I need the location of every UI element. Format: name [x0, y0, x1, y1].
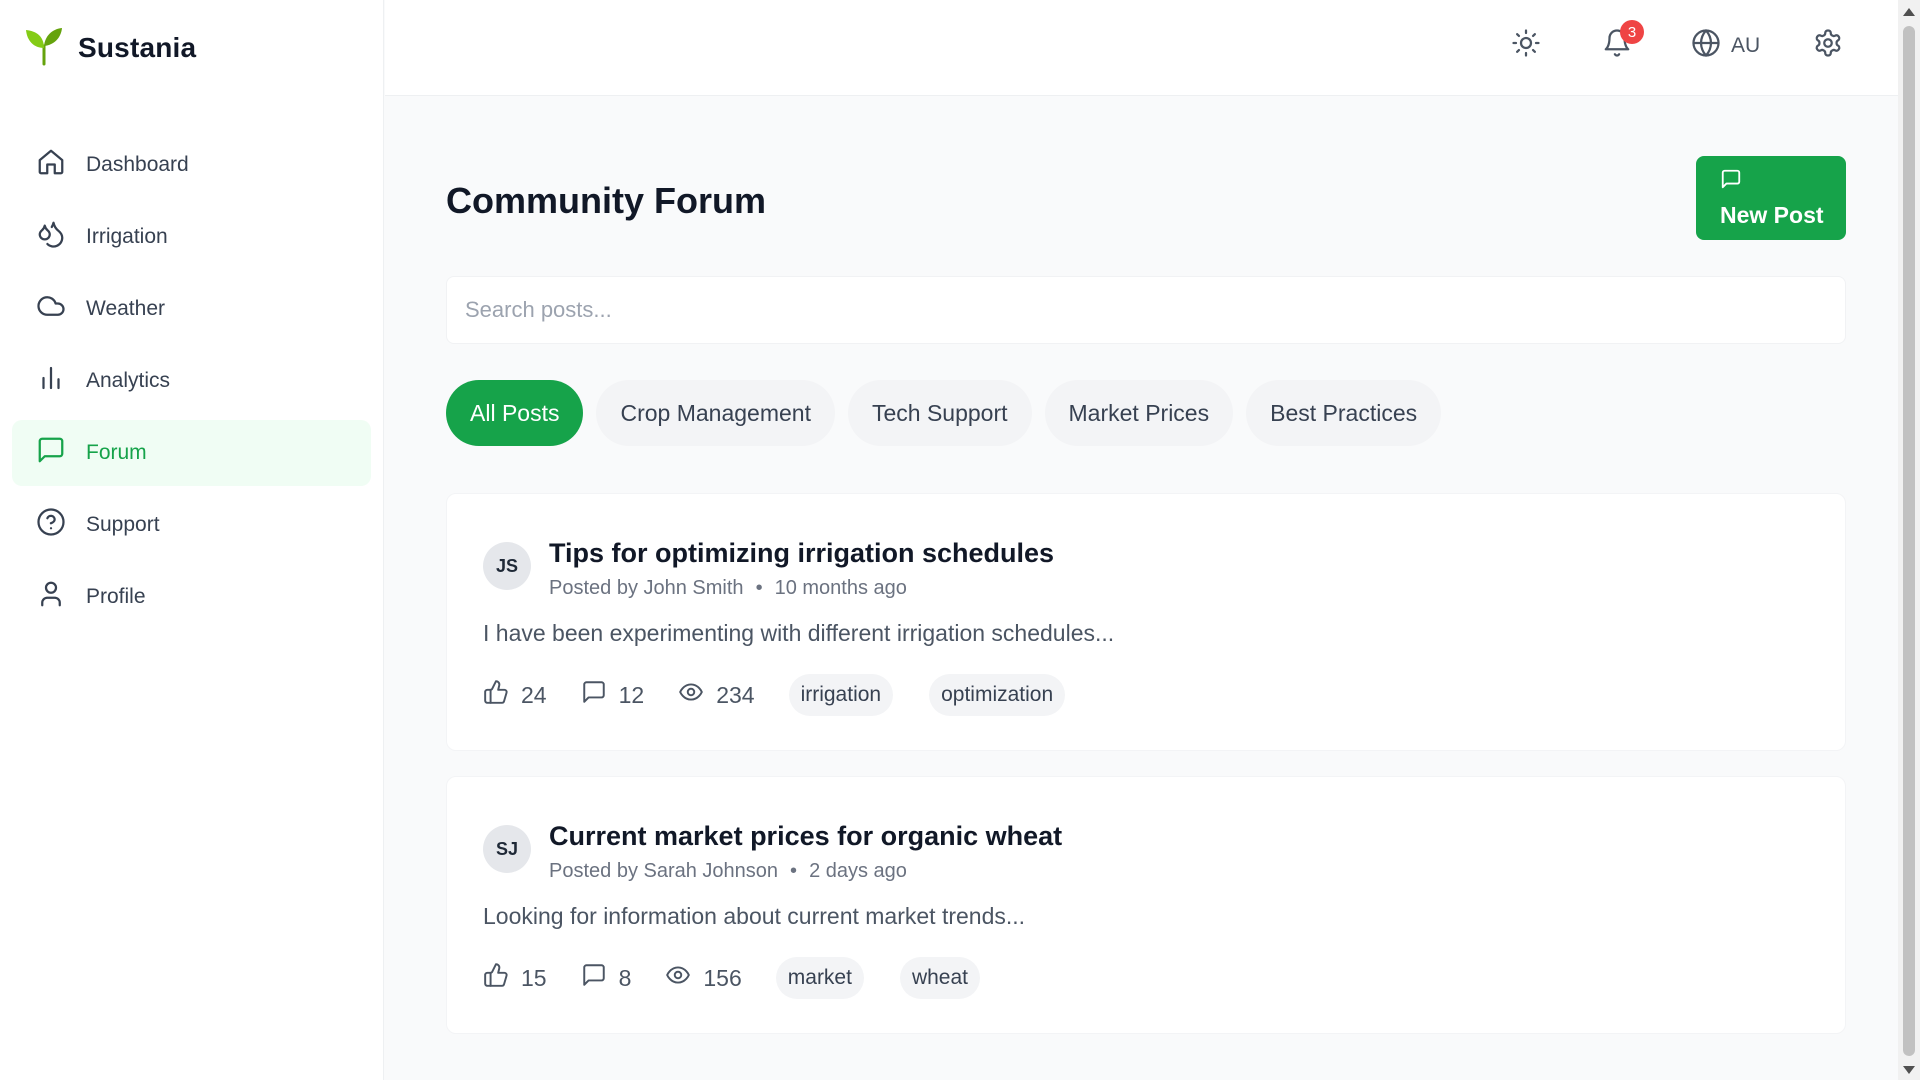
sidebar-item-label: Irrigation: [86, 225, 168, 248]
comments-button[interactable]: 12: [581, 679, 645, 711]
sidebar-item-label: Weather: [86, 297, 165, 320]
post-time: 2 days ago: [809, 860, 907, 882]
views-stat: 234: [678, 679, 755, 711]
comment-icon: [581, 679, 607, 711]
bar-chart-icon: [36, 363, 66, 399]
droplets-icon: [36, 219, 66, 255]
sidebar-item-profile[interactable]: Profile: [12, 564, 371, 630]
sidebar-item-label: Forum: [86, 441, 147, 464]
scroll-down-arrow[interactable]: [1903, 1066, 1915, 1074]
post-author: Posted by Sarah Johnson: [549, 860, 779, 882]
cloud-icon: [36, 291, 66, 327]
meta-separator: •: [755, 577, 763, 599]
top-header: 3 AU: [385, 0, 1898, 96]
notifications-button[interactable]: 3: [1602, 20, 1644, 64]
post-stats: 15 8 156 market wheat: [483, 957, 1016, 999]
post-tag[interactable]: wheat: [899, 957, 980, 999]
post-title[interactable]: Current market prices for organic wheat: [549, 821, 1062, 852]
thumbs-up-icon: [483, 962, 509, 994]
post-time: 10 months ago: [774, 577, 907, 599]
sidebar-item-label: Support: [86, 513, 160, 536]
comments-button[interactable]: 8: [581, 962, 632, 994]
sidebar-nav: Dashboard Irrigation Weather Analytics F…: [0, 132, 383, 630]
language-selector[interactable]: AU: [1691, 28, 1760, 64]
post-heading: Tips for optimizing irrigation schedules…: [549, 538, 1054, 600]
comment-count: 12: [618, 681, 645, 708]
post-card[interactable]: SJ Current market prices for organic whe…: [446, 776, 1846, 1034]
gear-icon: [1813, 28, 1843, 64]
eye-icon: [678, 679, 704, 711]
message-square-icon: [36, 435, 66, 471]
new-post-label: New Post: [1720, 201, 1824, 228]
brand[interactable]: Sustania: [0, 0, 383, 96]
category-filters: All Posts Crop Management Tech Support M…: [446, 380, 1442, 446]
filter-market-prices[interactable]: Market Prices: [1044, 380, 1234, 446]
user-icon: [36, 579, 66, 615]
filter-all-posts[interactable]: All Posts: [446, 380, 584, 446]
view-count: 234: [716, 681, 755, 708]
post-header: JS Tips for optimizing irrigation schedu…: [483, 538, 1054, 600]
message-square-icon: [1720, 168, 1742, 196]
like-button[interactable]: 24: [483, 679, 547, 711]
sidebar-item-forum[interactable]: Forum: [12, 420, 371, 486]
post-meta: Posted by John Smith • 10 months ago: [549, 577, 1054, 600]
filter-tech-support[interactable]: Tech Support: [847, 380, 1032, 446]
search-input[interactable]: [446, 276, 1846, 344]
brand-name: Sustania: [78, 32, 197, 63]
sidebar-item-irrigation[interactable]: Irrigation: [12, 204, 371, 270]
sidebar-item-support[interactable]: Support: [12, 492, 371, 558]
language-code: AU: [1731, 34, 1761, 57]
meta-separator: •: [790, 860, 798, 882]
post-tag[interactable]: irrigation: [788, 674, 894, 716]
sidebar-item-weather[interactable]: Weather: [12, 276, 371, 342]
views-stat: 156: [665, 962, 742, 994]
globe-icon: [1691, 28, 1721, 64]
like-button[interactable]: 15: [483, 962, 547, 994]
post-tag[interactable]: market: [775, 957, 864, 999]
post-excerpt: Looking for information about current ma…: [483, 903, 1026, 929]
post-heading: Current market prices for organic wheat …: [549, 821, 1062, 883]
new-post-button[interactable]: New Post: [1696, 156, 1846, 240]
settings-button[interactable]: [1813, 28, 1843, 64]
help-circle-icon: [36, 507, 66, 543]
post-header: SJ Current market prices for organic whe…: [483, 821, 1062, 883]
post-excerpt: I have been experimenting with different…: [483, 620, 1115, 646]
scroll-up-arrow[interactable]: [1903, 8, 1915, 16]
comment-count: 8: [618, 964, 632, 991]
eye-icon: [665, 962, 691, 994]
like-count: 24: [521, 681, 547, 708]
comment-icon: [581, 962, 607, 994]
thumbs-up-icon: [483, 679, 509, 711]
sun-icon: [1511, 28, 1541, 64]
vertical-scrollbar[interactable]: [1898, 0, 1920, 1080]
post-title[interactable]: Tips for optimizing irrigation schedules: [549, 538, 1054, 569]
like-count: 15: [521, 964, 547, 991]
post-tag[interactable]: optimization: [929, 674, 1066, 716]
sidebar: Sustania Dashboard Irrigation Weather An…: [0, 0, 384, 1080]
sprout-icon: [24, 26, 64, 71]
filter-crop-management[interactable]: Crop Management: [596, 380, 835, 446]
post-stats: 24 12 234 irrigation optimization: [483, 674, 1101, 716]
post-card[interactable]: JS Tips for optimizing irrigation schedu…: [446, 493, 1846, 751]
post-meta: Posted by Sarah Johnson • 2 days ago: [549, 860, 1062, 883]
post-author: Posted by John Smith: [549, 577, 744, 599]
page-title: Community Forum: [446, 180, 766, 221]
home-icon: [36, 147, 66, 183]
theme-toggle-button[interactable]: [1511, 28, 1541, 64]
scroll-thumb[interactable]: [1903, 26, 1915, 1056]
sidebar-item-label: Analytics: [86, 369, 171, 392]
notification-badge: 3: [1620, 20, 1644, 44]
avatar: JS: [483, 542, 531, 590]
sidebar-item-dashboard[interactable]: Dashboard: [12, 132, 371, 198]
view-count: 156: [703, 964, 742, 991]
sidebar-item-label: Profile: [86, 585, 146, 608]
sidebar-item-label: Dashboard: [86, 153, 189, 176]
avatar: SJ: [483, 825, 531, 873]
filter-best-practices[interactable]: Best Practices: [1246, 380, 1442, 446]
sidebar-item-analytics[interactable]: Analytics: [12, 348, 371, 414]
